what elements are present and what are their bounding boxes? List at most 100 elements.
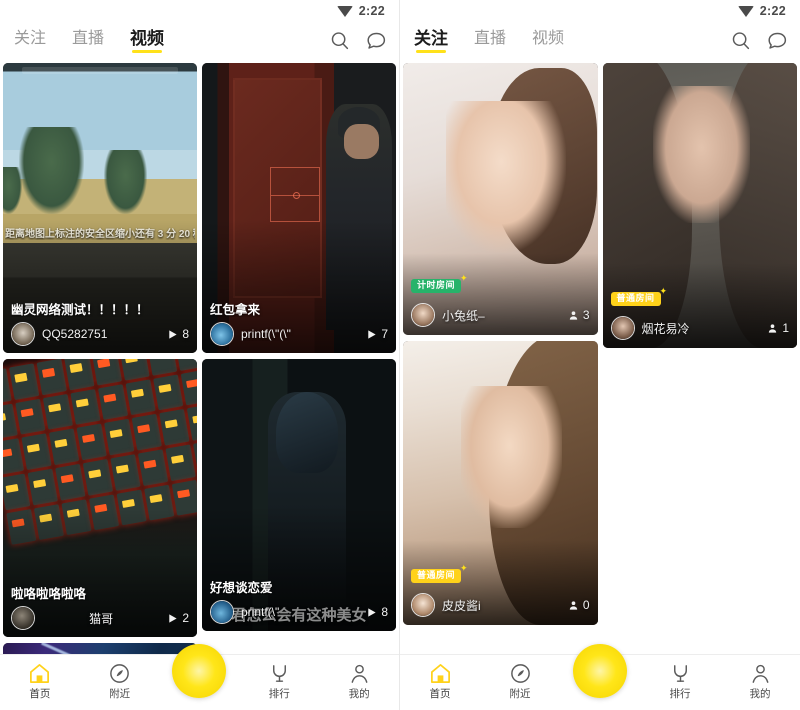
card-username: printf(\"(\" <box>241 327 291 341</box>
video-card[interactable]: 君怎么会有这种美女 好想谈恋爱 printf(\" 8 <box>202 359 396 631</box>
status-clock: 2:22 <box>358 4 385 18</box>
live-card[interactable]: 计时房间 小兔纸– 3 <box>403 63 598 335</box>
card-username: 小兔纸– <box>442 308 485 323</box>
tab-follow[interactable]: 关注 <box>14 31 46 52</box>
status-bar: 2:22 <box>400 0 800 22</box>
hair-shape <box>275 391 338 474</box>
card-meta: 啦咯啦咯啦咯 猫哥 2 <box>3 582 197 637</box>
top-tab-bar: 关注 直播 视频 <box>0 22 399 60</box>
nav-item-home[interactable]: 首页 <box>412 662 468 700</box>
viewer-icon <box>569 600 577 610</box>
avatar[interactable] <box>11 322 35 346</box>
card-username: 烟花易冷 <box>641 321 690 336</box>
card-title: 红包拿来 <box>210 302 261 317</box>
viewer-icon <box>569 310 577 320</box>
feed-column-left: 距离地图上标注的安全区缩小还有 3 分 20 秒 幽灵网络测试！！！！！ QQ5… <box>3 63 197 710</box>
tab-list: 关注 直播 视频 <box>414 30 564 53</box>
card-meta: 好想谈恋爱 printf(\" 8 <box>202 576 396 631</box>
play-icon <box>368 329 376 339</box>
nav-item-nearby[interactable]: 附近 <box>92 662 148 700</box>
tab-follow[interactable]: 关注 <box>414 30 448 53</box>
home-icon <box>429 662 452 685</box>
record-button[interactable] <box>573 644 627 698</box>
tab-live[interactable]: 直播 <box>72 31 104 52</box>
hair-shape <box>488 68 598 265</box>
nav-label-home: 首页 <box>29 688 51 700</box>
search-icon[interactable] <box>329 30 350 51</box>
card-meta: 小兔纸– 3 <box>403 299 598 335</box>
video-card[interactable]: 红包拿来 printf(\"(\" 7 <box>202 63 396 353</box>
card-meta: 皮皮酱i 0 <box>403 589 598 625</box>
top-actions <box>730 30 788 53</box>
video-card[interactable]: 啦咯啦咯啦咯 猫哥 2 <box>3 359 197 637</box>
card-title: 啦咯啦咯啦咯 <box>11 586 87 601</box>
avatar[interactable] <box>610 316 635 340</box>
nav-label-nearby: 附近 <box>509 688 531 700</box>
video-card[interactable]: 距离地图上标注的安全区缩小还有 3 分 20 秒 幽灵网络测试！！！！！ QQ5… <box>3 63 197 353</box>
record-button[interactable] <box>172 644 227 698</box>
avatar[interactable] <box>411 593 435 617</box>
play-icon <box>169 329 177 339</box>
avatar[interactable] <box>411 303 435 327</box>
viewer-count: 1 <box>767 321 789 335</box>
person-icon <box>749 662 772 685</box>
play-count-value: 8 <box>182 327 189 341</box>
nav-label-ranking: 排行 <box>669 688 691 700</box>
card-meta-row: printf(\"(\" 7 <box>210 322 388 346</box>
nav-label-profile: 我的 <box>348 688 370 700</box>
card-meta-row: 烟花易冷 1 <box>610 316 789 340</box>
play-count: 8 <box>366 605 388 619</box>
card-meta-row: 小兔纸– 3 <box>411 303 590 327</box>
card-username: 猫哥 <box>89 611 114 626</box>
card-meta: 烟花易冷 1 <box>603 312 798 348</box>
feed-column-right: 普通房间 烟花易冷 1 <box>602 63 798 710</box>
card-username: printf(\" <box>241 605 280 619</box>
follow-feed[interactable]: 计时房间 小兔纸– 3 <box>400 60 800 710</box>
avatar[interactable] <box>11 606 35 630</box>
tab-video[interactable]: 视频 <box>130 30 164 53</box>
status-bar: 2:22 <box>0 0 399 22</box>
microphone-icon <box>669 662 692 685</box>
video-feed[interactable]: 距离地图上标注的安全区缩小还有 3 分 20 秒 幽灵网络测试！！！！！ QQ5… <box>0 60 399 710</box>
top-tab-bar: 关注 直播 视频 <box>400 22 800 60</box>
screen-video: 2:22 关注 直播 视频 幽灵网络测试！！！！！ QQ5282751 8 啦咯… <box>0 0 400 710</box>
tab-video[interactable]: 视频 <box>532 31 564 52</box>
card-username: QQ5282751 <box>42 327 108 341</box>
feed-column-left: 计时房间 小兔纸– 3 <box>403 63 598 710</box>
avatar[interactable] <box>210 600 234 624</box>
room-type-badge: 计时房间 <box>411 274 468 293</box>
compass-icon <box>108 662 131 685</box>
dual-screenshot-canvas: 2:22 关注 直播 视频 幽灵网络测试！！！！！ QQ5282751 8 啦咯… <box>0 0 800 710</box>
room-type-badge: 普通房间 <box>411 564 468 583</box>
viewer-count: 3 <box>568 308 590 322</box>
play-icon <box>368 607 376 617</box>
game-hud-bar <box>22 67 178 74</box>
live-card[interactable]: 普通房间 皮皮酱i 0 <box>403 341 598 625</box>
viewer-count-value: 3 <box>582 308 590 322</box>
search-icon[interactable] <box>730 30 751 51</box>
card-username: 皮皮酱i <box>442 598 481 613</box>
nav-label-profile: 我的 <box>749 688 771 700</box>
home-icon <box>28 662 51 685</box>
nav-item-nearby[interactable]: 附近 <box>492 662 548 700</box>
nav-item-profile[interactable]: 我的 <box>732 662 788 700</box>
wifi-triangle-icon <box>737 5 754 17</box>
nav-item-home[interactable]: 首页 <box>12 662 68 700</box>
wifi-triangle-icon <box>336 5 353 17</box>
nav-label-ranking: 排行 <box>268 688 290 700</box>
viewer-count-value: 0 <box>582 598 590 612</box>
card-title: 幽灵网络测试！！！！！ <box>11 302 149 317</box>
live-card[interactable]: 普通房间 烟花易冷 1 <box>602 63 798 348</box>
play-icon <box>169 613 177 623</box>
nav-item-profile[interactable]: 我的 <box>331 662 387 700</box>
bottom-nav: 首页 附近 排行 我的 <box>400 644 800 710</box>
message-icon[interactable] <box>767 30 788 51</box>
nav-item-ranking[interactable]: 排行 <box>652 662 708 700</box>
avatar[interactable] <box>210 322 234 346</box>
card-meta-row: 猫哥 2 <box>11 606 189 630</box>
card-meta-row: printf(\" 8 <box>210 600 388 624</box>
message-icon[interactable] <box>366 30 387 51</box>
play-count-value: 7 <box>381 327 388 341</box>
nav-item-ranking[interactable]: 排行 <box>251 662 307 700</box>
tab-live[interactable]: 直播 <box>474 31 506 52</box>
